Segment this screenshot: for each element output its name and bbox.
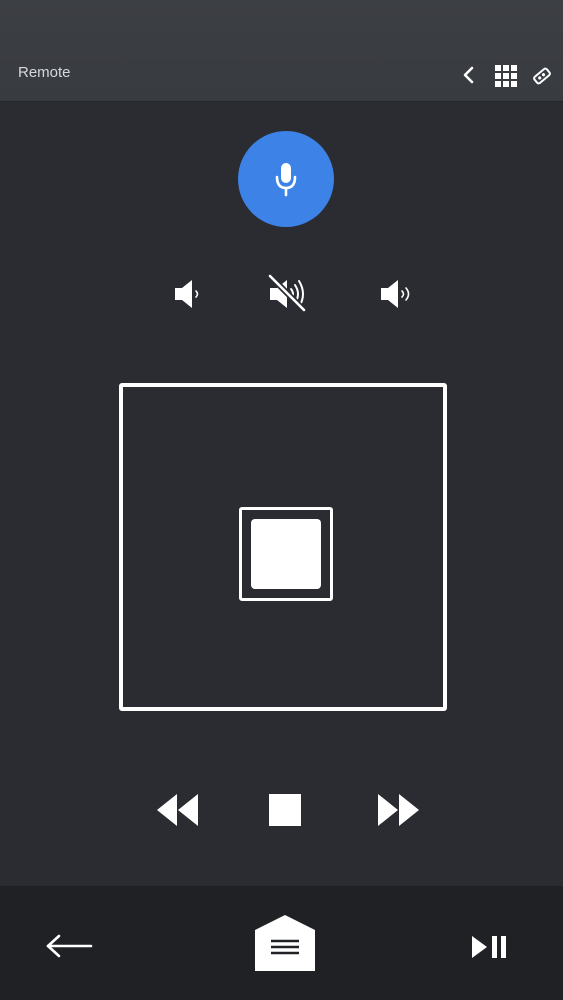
fast-forward-icon	[378, 794, 419, 826]
bottom-bar	[0, 886, 563, 1000]
mute-button[interactable]	[266, 272, 310, 316]
back-arrow-icon	[46, 934, 93, 958]
volume-up-button[interactable]	[376, 272, 420, 316]
stop-icon	[269, 794, 301, 826]
voice-search-button[interactable]	[238, 131, 334, 227]
mute-icon	[267, 273, 307, 313]
microphone-icon	[275, 163, 297, 197]
fast-forward-button[interactable]	[376, 790, 426, 830]
page-title: Remote	[18, 64, 71, 81]
play-pause-button[interactable]	[470, 934, 510, 960]
play-pause-icon	[472, 936, 506, 958]
home-button[interactable]	[254, 914, 316, 972]
remote-app: Remote	[0, 0, 563, 1000]
title-bar: Remote	[0, 0, 563, 102]
home-menu-icon	[255, 915, 315, 971]
rewind-icon	[157, 794, 198, 826]
back-button[interactable]	[44, 932, 94, 960]
ok-button[interactable]	[239, 507, 333, 601]
grid-icon[interactable]	[494, 64, 518, 88]
rewind-button[interactable]	[155, 790, 205, 830]
volume-down-button[interactable]	[170, 272, 214, 316]
volume-down-icon	[175, 280, 199, 308]
remote-icon[interactable]	[530, 64, 554, 88]
chevron-left-icon[interactable]	[459, 64, 481, 86]
ok-square-icon	[251, 519, 321, 589]
volume-up-icon	[381, 280, 410, 308]
stop-button[interactable]	[265, 790, 315, 830]
